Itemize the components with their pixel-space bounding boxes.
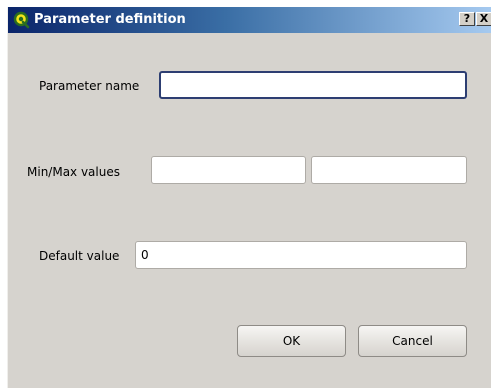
help-button[interactable]: ? — [459, 12, 475, 26]
close-button[interactable]: X — [476, 12, 491, 26]
title-bar[interactable]: Parameter definition ? X — [8, 7, 491, 33]
qgis-icon — [13, 11, 30, 29]
cancel-button[interactable]: Cancel — [358, 325, 467, 357]
parameter-definition-dialog: Parameter definition ? X Parameter name … — [7, 7, 491, 388]
window-title: Parameter definition — [34, 12, 186, 27]
default-value-input[interactable] — [135, 241, 467, 269]
default-value-label: Default value — [39, 249, 120, 263]
parameter-name-label: Parameter name — [39, 79, 140, 93]
min-max-values-label: Min/Max values — [27, 165, 120, 179]
ok-button[interactable]: OK — [237, 325, 346, 357]
max-value-input[interactable] — [311, 156, 467, 184]
min-value-input[interactable] — [151, 156, 306, 184]
parameter-name-input[interactable] — [159, 71, 467, 99]
